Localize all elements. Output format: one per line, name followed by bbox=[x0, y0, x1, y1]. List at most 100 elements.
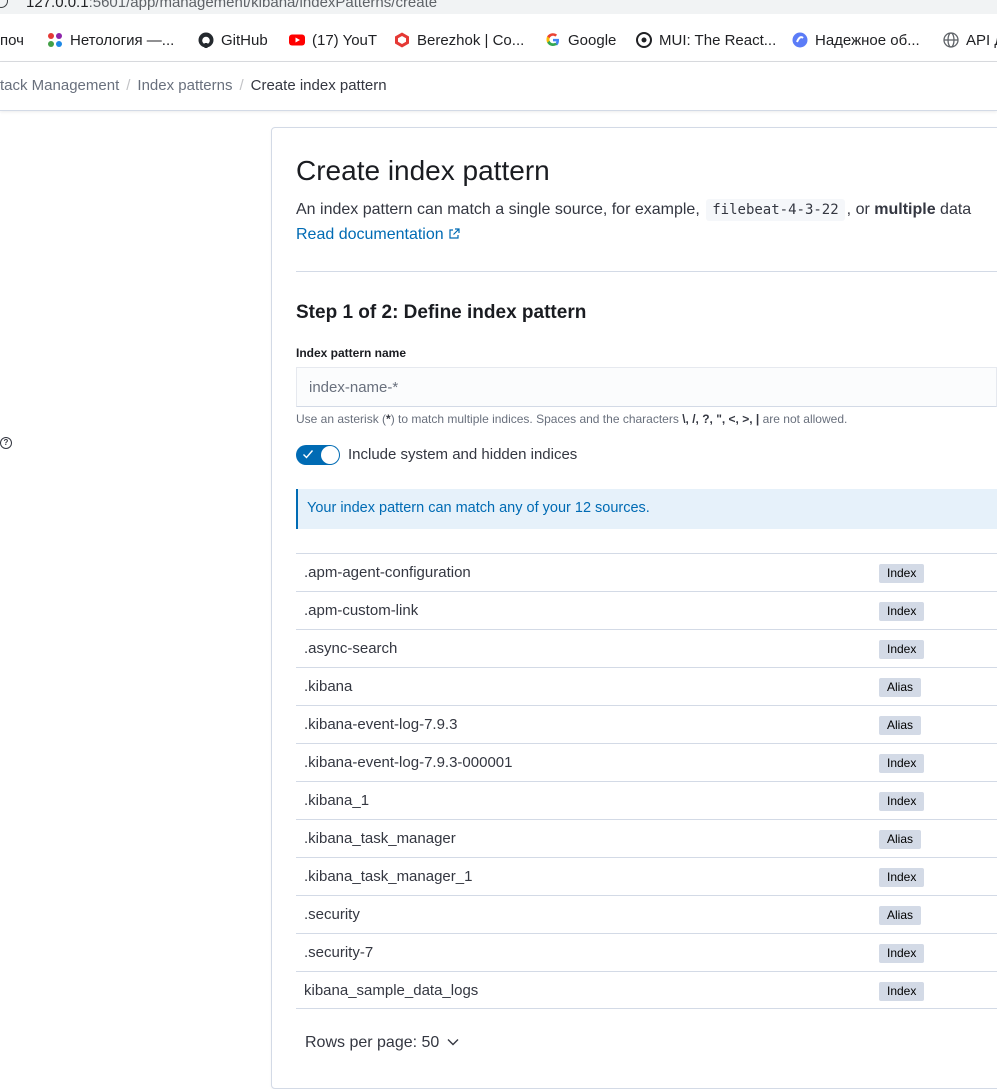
source-name: .apm-agent-configuration bbox=[304, 564, 471, 581]
desc-suffix: data bbox=[940, 201, 972, 218]
source-type-badge: Alias bbox=[879, 678, 922, 697]
bookmark-mail[interactable]: поч bbox=[0, 31, 24, 51]
source-name: .kibana_task_manager bbox=[304, 830, 456, 847]
toggle-knob bbox=[321, 446, 339, 464]
field-help-text: Use an asterisk (*) to match multiple in… bbox=[296, 412, 847, 426]
youtube-icon bbox=[289, 34, 305, 46]
rows-per-page-button[interactable]: Rows per page: 50 bbox=[305, 1034, 459, 1052]
help-mid: ) to match multiple indices. Spaces and … bbox=[390, 412, 679, 426]
check-icon bbox=[303, 450, 314, 459]
source-type-badge: Index bbox=[879, 602, 925, 621]
source-type-badge: Index bbox=[879, 640, 925, 659]
bookmark-label: Berezhok | Co... bbox=[417, 32, 525, 49]
github-icon bbox=[198, 32, 214, 48]
bookmark-reliable[interactable]: Надежное об... bbox=[792, 31, 920, 51]
bookmark-label: API д bbox=[966, 32, 997, 49]
table-row: .kibana_1 Index bbox=[296, 781, 997, 819]
desc-bold: multiple bbox=[874, 201, 936, 218]
google-icon bbox=[546, 33, 559, 46]
bookmark-mui[interactable]: MUI: The React... bbox=[636, 31, 776, 51]
address-bar[interactable]: 127.0.0.1:5601/app/management/kibana/ind… bbox=[0, 0, 997, 14]
help-chars: \, /, ?, ", <, >, | bbox=[682, 412, 760, 426]
source-name: .async-search bbox=[304, 640, 398, 657]
bookmark-youtube[interactable]: (17) YouT bbox=[289, 31, 377, 51]
source-name: kibana_sample_data_logs bbox=[304, 982, 479, 999]
help-icon[interactable]: ? bbox=[0, 437, 12, 449]
source-type-badge: Index bbox=[879, 754, 925, 773]
include-hidden-label[interactable]: Include system and hidden indices bbox=[348, 446, 577, 463]
bookmark-github[interactable]: GitHub bbox=[198, 31, 268, 51]
netology-icon bbox=[48, 33, 62, 47]
sources-table: .apm-agent-configuration Index .apm-custom… bbox=[296, 553, 997, 1009]
callout-text: Your index pattern can match any of your… bbox=[307, 500, 650, 516]
source-type-badge: Alias bbox=[879, 830, 922, 849]
site-info-icon[interactable] bbox=[0, 0, 8, 8]
source-type-badge: Alias bbox=[879, 906, 922, 925]
globe-icon bbox=[943, 32, 959, 48]
url-text[interactable]: 127.0.0.1:5601/app/management/kibana/ind… bbox=[26, 0, 437, 11]
bookmark-label: Нетология —... bbox=[70, 32, 175, 49]
source-name: .kibana-event-log-7.9.3 bbox=[304, 716, 458, 733]
breadcrumb-index-patterns[interactable]: Index patterns bbox=[137, 77, 232, 94]
help-suffix: are not allowed. bbox=[762, 412, 848, 426]
table-row: .kibana Alias bbox=[296, 667, 997, 705]
bookmark-label: GitHub bbox=[221, 32, 268, 49]
table-row: kibana_sample_data_logs Index bbox=[296, 971, 997, 1009]
breadcrumb-stack-management[interactable]: tack Management bbox=[0, 77, 119, 94]
index-pattern-name-label: Index pattern name bbox=[296, 346, 407, 360]
divider bbox=[296, 271, 997, 272]
source-type-badge: Index bbox=[879, 982, 925, 1001]
shield-globe-icon bbox=[792, 32, 808, 48]
desc-middle: , or bbox=[846, 201, 870, 218]
page-description: An index pattern can match a single sour… bbox=[296, 199, 972, 221]
breadcrumb-separator: / bbox=[239, 77, 244, 94]
app-header: tack Management / Index patterns / Create in… bbox=[0, 62, 997, 111]
bookmark-netology[interactable]: Нетология —... bbox=[47, 31, 174, 51]
read-documentation-link[interactable]: Read documentation bbox=[296, 226, 460, 244]
rows-per-page-label: Rows per page: 50 bbox=[305, 1034, 440, 1051]
index-pattern-name-input[interactable] bbox=[296, 367, 997, 407]
bookmarks-bar: поч Нетология —... GitHub (17) YouT Bere… bbox=[0, 14, 997, 62]
bookmark-google[interactable]: Google bbox=[545, 31, 616, 51]
table-row: .kibana-event-log-7.9.3-000001 Index bbox=[296, 743, 997, 781]
bookmark-label: MUI: The React... bbox=[659, 32, 777, 49]
source-type-badge: Index bbox=[879, 564, 925, 583]
table-row: .async-search Index bbox=[296, 629, 997, 667]
source-name: .kibana bbox=[304, 678, 353, 695]
step-title: Step 1 of 2: Define index pattern bbox=[296, 302, 587, 323]
breadcrumb-separator: / bbox=[126, 77, 131, 94]
bookmark-api[interactable]: API д bbox=[943, 31, 997, 51]
berezhok-icon bbox=[395, 32, 409, 48]
page-title: Create index pattern bbox=[296, 155, 550, 186]
doc-link-label: Read documentation bbox=[296, 226, 444, 243]
table-row: .security Alias bbox=[296, 895, 997, 933]
breadcrumb: tack Management / Index patterns / Create in… bbox=[0, 77, 387, 94]
chevron-down-icon bbox=[447, 1039, 459, 1046]
table-row: .kibana-event-log-7.9.3 Alias bbox=[296, 705, 997, 743]
source-type-badge: Index bbox=[879, 868, 925, 887]
include-hidden-toggle[interactable] bbox=[296, 445, 340, 465]
url-path: :5601/app/management/kibana/indexPattern… bbox=[88, 0, 438, 11]
table-row: .apm-custom-link Index bbox=[296, 591, 997, 629]
source-type-badge: Index bbox=[879, 944, 925, 963]
source-type-badge: Alias bbox=[879, 716, 922, 735]
desc-prefix: An index pattern can match a single sour… bbox=[296, 201, 700, 218]
source-name: .security bbox=[304, 906, 360, 923]
example-code: filebeat-4-3-22 bbox=[706, 199, 845, 221]
table-row: .apm-agent-configuration Index bbox=[296, 553, 997, 591]
mui-icon bbox=[636, 32, 652, 48]
source-name: .security-7 bbox=[304, 944, 374, 961]
source-type-badge: Index bbox=[879, 792, 925, 811]
source-name: .apm-custom-link bbox=[304, 602, 419, 619]
bookmark-berezhok[interactable]: Berezhok | Co... bbox=[394, 31, 524, 51]
table-row: .kibana_task_manager_1 Index bbox=[296, 857, 997, 895]
sources-callout: Your index pattern can match any of your… bbox=[296, 489, 997, 529]
bookmark-label: Надежное об... bbox=[815, 32, 920, 49]
breadcrumb-current: Create index pattern bbox=[250, 77, 387, 94]
table-row: .security-7 Index bbox=[296, 933, 997, 971]
bookmark-label: поч bbox=[0, 32, 24, 49]
url-host: 127.0.0.1 bbox=[26, 0, 89, 11]
bookmark-label: (17) YouT bbox=[312, 32, 378, 49]
source-name: .kibana-event-log-7.9.3-000001 bbox=[304, 754, 513, 771]
help-prefix: Use an asterisk ( bbox=[296, 412, 387, 426]
